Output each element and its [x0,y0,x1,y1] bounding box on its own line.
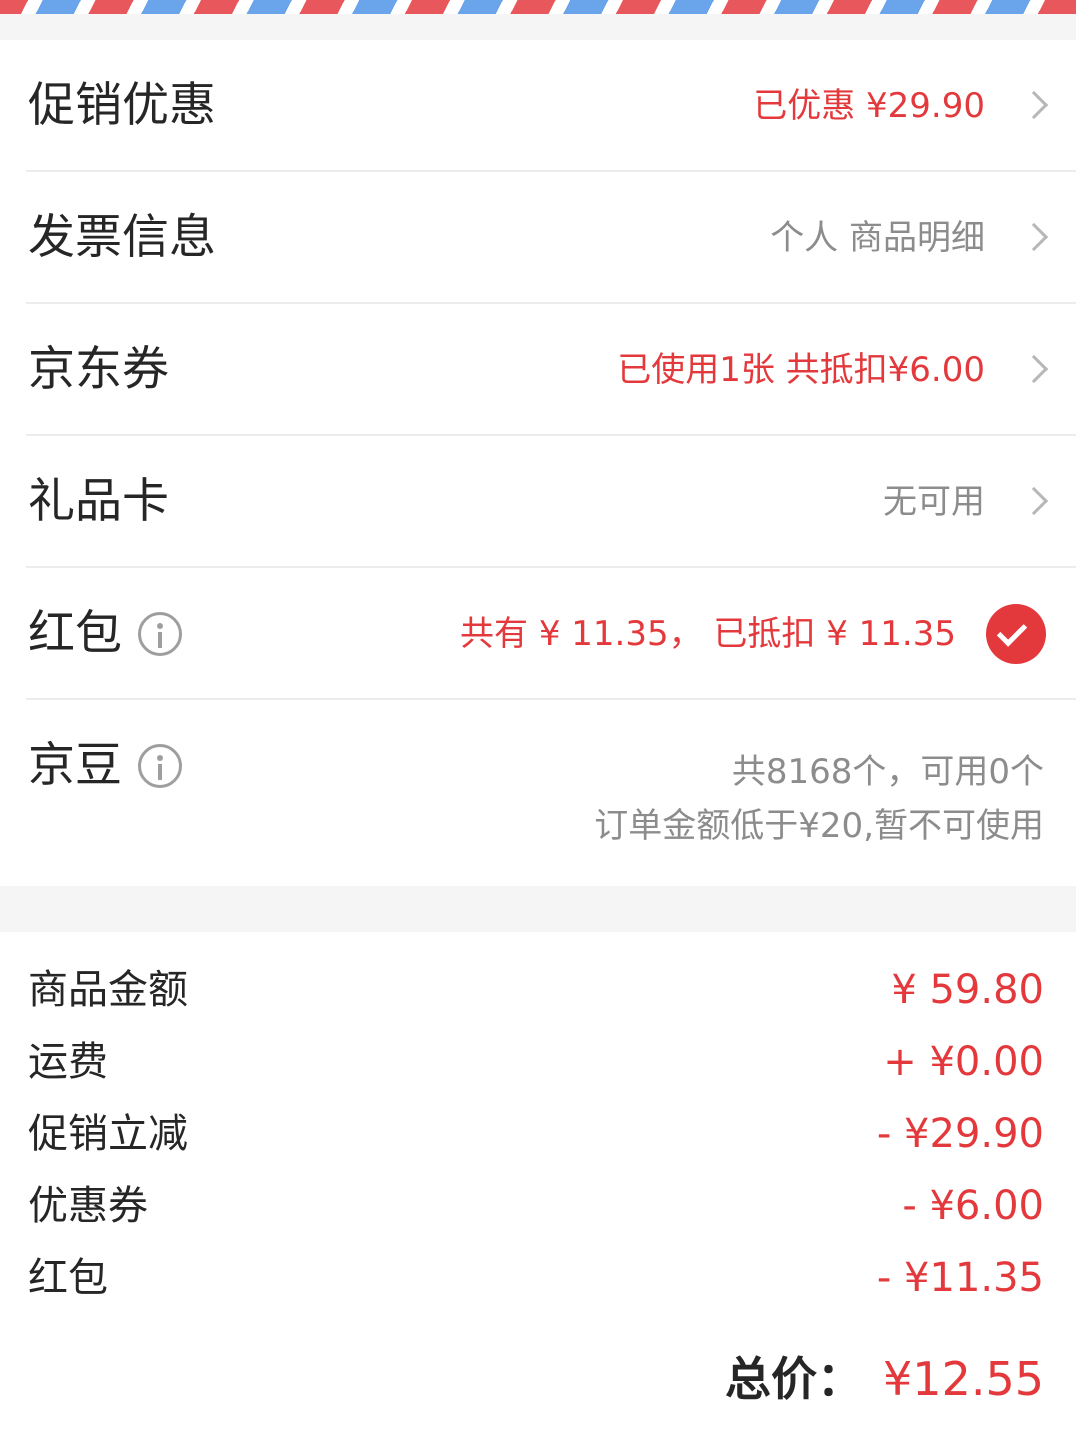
summary-value: - ¥11.35 [876,1255,1044,1301]
invoice-value: 个人 商品明细 [770,218,985,258]
jd-beans-row: 京豆 共8168个，可用0个 订单金额低于¥20,暂不可使用 [0,700,1076,886]
envelope-stripe-border [0,0,1076,14]
order-options-card: 促销优惠 已优惠 ¥29.90 发票信息 个人 商品明细 京东券 已使用1张 共… [0,40,1076,886]
info-icon-dot [157,755,163,761]
info-icon-dot [157,623,163,629]
summary-value: + ¥0.00 [883,1039,1044,1085]
summary-label: 促销立减 [28,1111,188,1157]
total-label: 总价： [725,1352,864,1406]
summary-label: 运费 [28,1039,108,1085]
chevron-right-icon [1019,354,1049,384]
summary-value: - ¥29.90 [876,1111,1044,1157]
summary-value: - ¥6.00 [902,1183,1044,1229]
invoice-row[interactable]: 发票信息 个人 商品明细 [0,172,1076,304]
chevron-right-icon [1019,486,1049,516]
summary-value: ¥ 59.80 [891,967,1044,1013]
red-packet-label: 红包 [28,606,122,661]
summary-label: 红包 [28,1255,108,1301]
summary-row: 商品金额 ¥ 59.80 [0,954,1076,1026]
jd-coupon-row[interactable]: 京东券 已使用1张 共抵扣¥6.00 [0,304,1076,436]
gift-card-row[interactable]: 礼品卡 无可用 [0,436,1076,568]
invoice-label: 发票信息 [28,210,216,265]
promotion-label: 促销优惠 [28,78,216,133]
jd-coupon-value: 已使用1张 共抵扣¥6.00 [617,350,985,390]
info-icon-bar [158,764,162,780]
price-summary-card: 商品金额 ¥ 59.80 运费 + ¥0.00 促销立减 - ¥29.90 优惠… [0,932,1076,1456]
summary-row: 优惠券 - ¥6.00 [0,1170,1076,1242]
info-icon-bar [158,632,162,648]
info-icon[interactable] [138,744,182,788]
jd-beans-note: 订单金额低于¥20,暂不可使用 [594,806,1044,846]
summary-row: 促销立减 - ¥29.90 [0,1098,1076,1170]
jd-beans-balance: 共8168个，可用0个 [731,752,1044,792]
chevron-right-icon [1019,222,1049,252]
red-packet-value: 共有 ¥ 11.35， 已抵扣 ¥ 11.35 [460,614,956,654]
summary-label: 商品金额 [28,967,188,1013]
gift-card-value: 无可用 [883,482,985,522]
info-icon[interactable] [138,612,182,656]
red-packet-checkbox[interactable] [986,604,1046,664]
promotion-value: 已优惠 ¥29.90 [753,86,985,126]
jd-coupon-label: 京东券 [28,342,169,397]
total-value: ¥12.55 [883,1352,1044,1406]
promotion-row[interactable]: 促销优惠 已优惠 ¥29.90 [0,40,1076,172]
total-price: 总价： ¥12.55 [725,1344,1044,1414]
checkmark-icon [996,616,1028,647]
summary-row: 红包 - ¥11.35 [0,1242,1076,1314]
red-packet-row: 红包 共有 ¥ 11.35， 已抵扣 ¥ 11.35 [0,568,1076,700]
jd-beans-label: 京豆 [28,738,122,793]
gift-card-label: 礼品卡 [28,474,169,529]
chevron-right-icon [1019,90,1049,120]
summary-label: 优惠券 [28,1183,148,1229]
summary-row: 运费 + ¥0.00 [0,1026,1076,1098]
